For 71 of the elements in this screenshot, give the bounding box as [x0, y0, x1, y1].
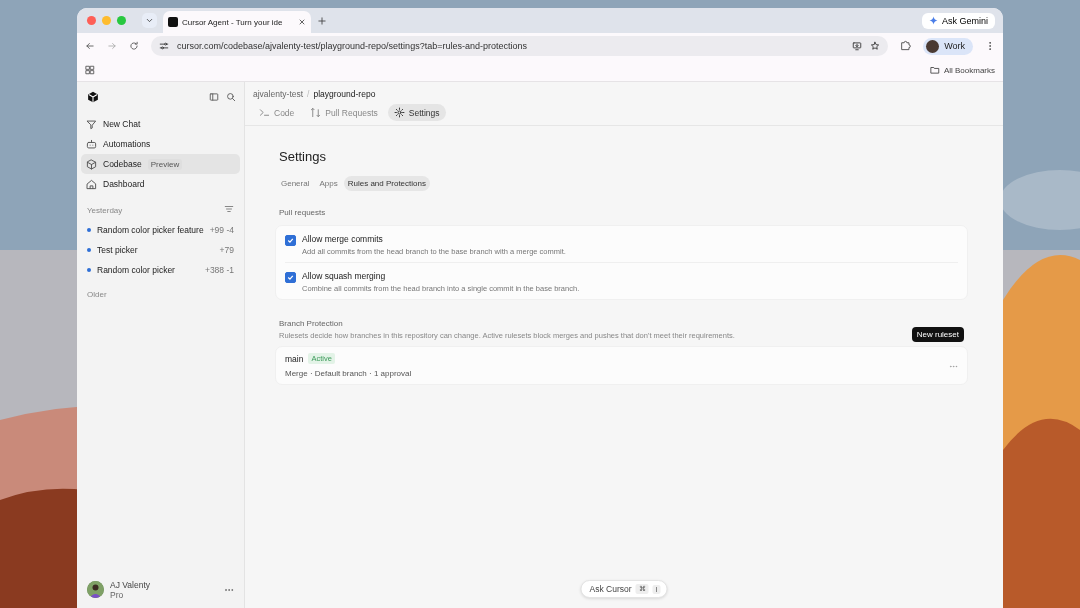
user-plan: Pro: [110, 589, 124, 600]
ruleset-details: Merge · Default branch · 1 approval: [285, 369, 413, 378]
pull-request-icon: [310, 107, 322, 118]
install-icon: [852, 41, 863, 51]
ruleset-name: main: [285, 353, 304, 364]
plus-icon: [317, 15, 327, 26]
address-bar[interactable]: cursor.com/codebase/ajvalenty-test/playground-repo/settings?tab=rules-and-protections: [151, 36, 889, 56]
terminal-icon: [259, 107, 270, 118]
check-icon: [286, 236, 295, 245]
status-dot-icon: [87, 228, 91, 232]
group-label: Older: [87, 290, 107, 299]
star-icon: [870, 41, 881, 51]
checkbox[interactable]: [285, 272, 296, 283]
sparkle-icon: [929, 16, 938, 25]
gear-icon: [393, 107, 405, 118]
section-label: Pull requests: [279, 208, 327, 217]
sidebar-item[interactable]: Automations: [81, 134, 240, 154]
reload-icon: [129, 41, 139, 51]
tab-title: Cursor Agent - Turn your ide: [182, 17, 284, 27]
ask-gemini-button[interactable]: Ask Gemini: [922, 12, 995, 29]
breadcrumb-link[interactable]: ajvalenty-test: [253, 89, 304, 99]
folder-icon: [929, 65, 940, 75]
tab-search-button[interactable]: [142, 13, 157, 28]
zoom-window-button[interactable]: [117, 16, 126, 25]
sidebar-item[interactable]: New Chat: [81, 114, 240, 134]
robot-icon: [86, 138, 97, 150]
funnel-icon: [86, 118, 97, 130]
section-label: Branch Protection: [279, 319, 344, 328]
chat-item[interactable]: Random color picker +388 -1: [81, 260, 240, 280]
arrow-left-icon: [85, 41, 95, 51]
chevron-down-icon: [145, 16, 154, 25]
browser-tab[interactable]: Cursor Agent - Turn your ide: [163, 11, 311, 33]
close-icon: [298, 18, 306, 26]
status-dot-icon: [87, 248, 91, 252]
option-label: Allow squash merging: [302, 271, 387, 281]
status-dot-icon: [87, 268, 91, 272]
repo-tab[interactable]: Code: [253, 104, 301, 121]
sidebar-item[interactable]: Dashboard: [81, 174, 240, 194]
page-title: Settings: [279, 149, 327, 164]
checkbox[interactable]: [285, 235, 296, 246]
option-label: Allow merge commits: [302, 234, 384, 244]
cube-icon: [86, 158, 97, 170]
check-icon: [286, 273, 295, 282]
cube-logo-icon: [87, 91, 99, 103]
filter-icon: [224, 204, 234, 214]
chat-item[interactable]: Test picker +79: [81, 240, 240, 260]
avatar-icon: [926, 39, 940, 53]
user-name: AJ Valenty: [110, 579, 151, 590]
section-tab[interactable]: Apps: [315, 176, 342, 191]
breadcrumb-separator: /: [307, 89, 310, 99]
new-ruleset-button[interactable]: New ruleset: [911, 327, 964, 342]
sidebar-icon: [209, 92, 219, 102]
group-label: Yesterday: [87, 205, 123, 215]
chat-item[interactable]: Random color picker feature +99 -4: [81, 220, 240, 240]
breadcrumb-current: playground-repo: [313, 89, 376, 99]
preview-badge: Preview: [147, 158, 183, 170]
repo-tab[interactable]: Pull Requests: [304, 104, 384, 121]
section-tab[interactable]: General: [277, 176, 314, 191]
close-window-button[interactable]: [87, 16, 96, 25]
repo-tab[interactable]: Settings: [387, 104, 446, 121]
section-tab[interactable]: Rules and Protections: [343, 176, 430, 191]
all-bookmarks-button[interactable]: All Bookmarks: [929, 65, 995, 75]
grid-icon: [85, 65, 95, 75]
avatar-icon: [87, 581, 104, 599]
house-icon: [86, 178, 97, 190]
sidebar-item[interactable]: Codebase Preview: [81, 154, 240, 174]
arrow-right-icon: [107, 41, 117, 51]
search-icon: [226, 92, 236, 102]
profile-button[interactable]: Work: [923, 37, 973, 55]
site-logo-icon: [168, 17, 178, 27]
tune-icon: [159, 41, 169, 51]
